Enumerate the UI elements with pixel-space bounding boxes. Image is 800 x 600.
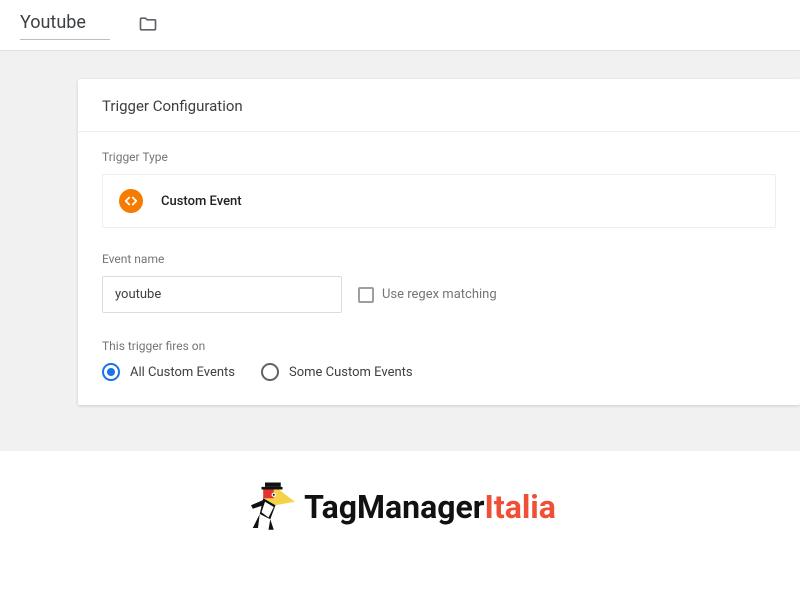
regex-checkbox[interactable]: Use regex matching	[358, 287, 497, 303]
trigger-config-panel: Trigger Configuration Trigger Type Custo…	[78, 79, 800, 405]
fires-on-label: This trigger fires on	[102, 339, 776, 353]
regex-label: Use regex matching	[382, 287, 497, 302]
radio-label: All Custom Events	[130, 365, 235, 380]
tag-name-input[interactable]: Youtube	[20, 12, 110, 40]
folder-icon[interactable]	[138, 14, 158, 38]
radio-icon	[102, 363, 120, 381]
radio-all-custom-events[interactable]: All Custom Events	[102, 363, 235, 381]
radio-label: Some Custom Events	[289, 365, 413, 380]
custom-event-icon	[119, 189, 143, 213]
event-name-input[interactable]	[102, 276, 342, 313]
brand-logo-text: TagManagerItalia	[304, 488, 556, 526]
brand-text-part1: TagManager	[304, 488, 484, 526]
woodpecker-mascot-icon	[244, 479, 300, 535]
trigger-type-name: Custom Event	[161, 194, 242, 209]
top-bar: Youtube	[0, 0, 800, 51]
event-name-label: Event name	[102, 252, 776, 266]
radio-icon	[261, 363, 279, 381]
brand-text-part2: Italia	[485, 488, 556, 526]
trigger-type-selector[interactable]: Custom Event	[102, 174, 776, 228]
panel-title: Trigger Configuration	[78, 79, 800, 132]
editor-canvas: Trigger Configuration Trigger Type Custo…	[0, 51, 800, 451]
radio-some-custom-events[interactable]: Some Custom Events	[261, 363, 413, 381]
checkbox-icon	[358, 287, 374, 303]
brand-footer: TagManagerItalia	[0, 451, 800, 535]
trigger-type-label: Trigger Type	[102, 150, 776, 164]
